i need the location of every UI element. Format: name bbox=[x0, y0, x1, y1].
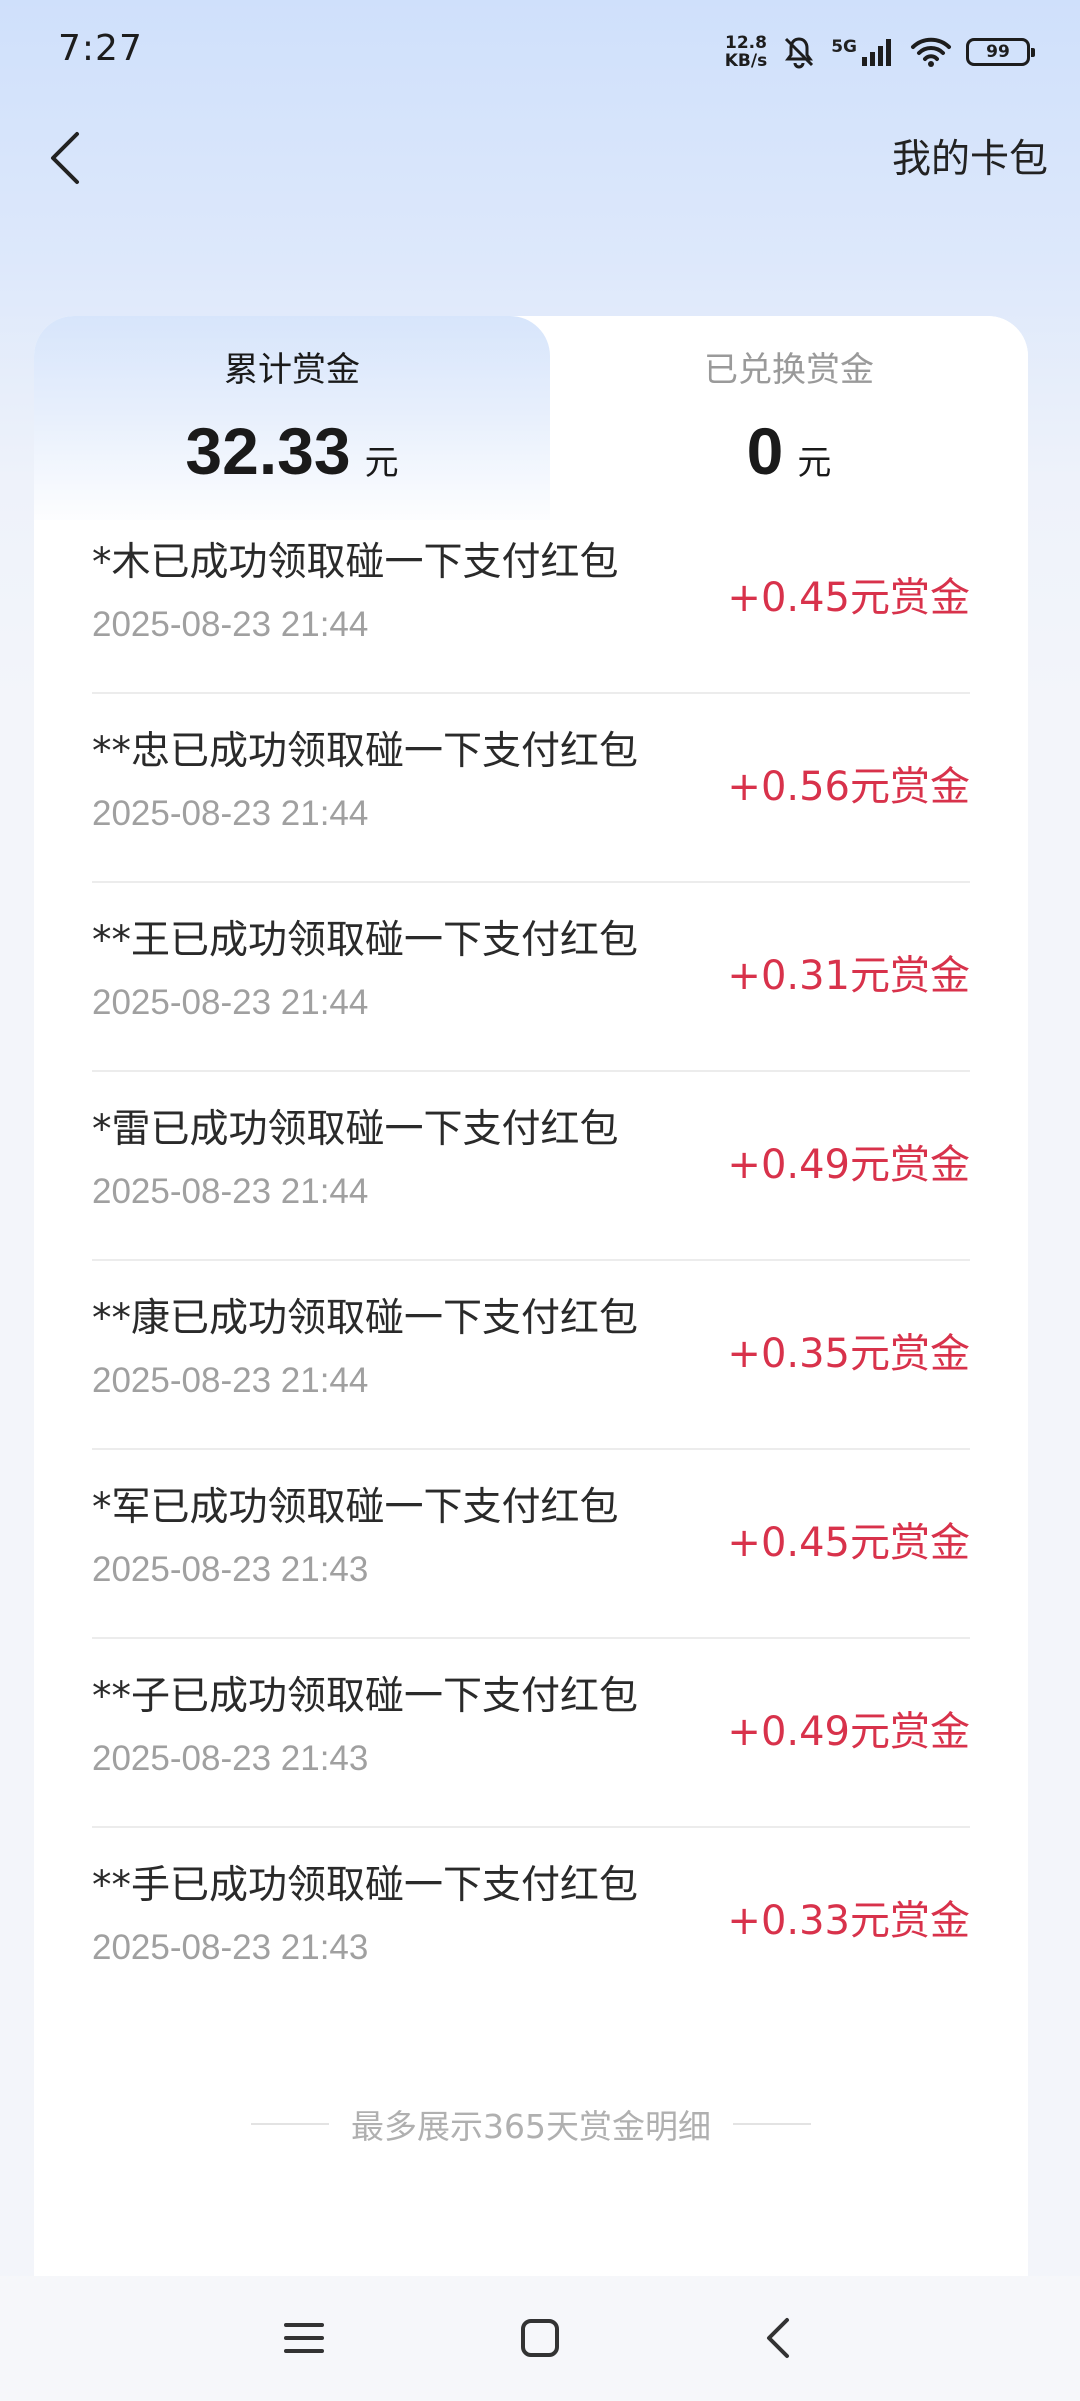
my-card-wallet-link[interactable]: 我的卡包 bbox=[892, 128, 1048, 184]
record-reward: +0.31元赏金 bbox=[727, 953, 970, 999]
tab-label: 已兑换赏金 bbox=[704, 350, 874, 390]
menu-button[interactable] bbox=[274, 2308, 334, 2368]
status-time: 7:27 bbox=[58, 28, 143, 69]
network-speed: 12.8 KB/s bbox=[725, 34, 767, 70]
status-icons: 12.8 KB/s 5G 99 bbox=[725, 30, 1035, 74]
record-time: 2025-08-23 21:44 bbox=[92, 605, 369, 644]
redeemed-reward-amount: 0 bbox=[746, 414, 784, 488]
list-item[interactable]: *军已成功领取碰一下支付红包 2025-08-23 21:43 +0.45元赏金 bbox=[92, 1450, 970, 1639]
list-item[interactable]: *木已成功领取碰一下支付红包 2025-08-23 21:44 +0.45元赏金 bbox=[92, 520, 970, 694]
record-reward: +0.49元赏金 bbox=[727, 1142, 970, 1188]
total-reward-amount: 32.33 bbox=[185, 414, 351, 488]
signal-icon: 5G bbox=[831, 37, 896, 67]
record-reward: +0.56元赏金 bbox=[727, 764, 970, 810]
record-title: *木已成功领取碰一下支付红包 bbox=[92, 540, 619, 585]
signal-type: 5G bbox=[831, 37, 857, 57]
record-reward: +0.45元赏金 bbox=[727, 575, 970, 621]
record-time: 2025-08-23 21:44 bbox=[92, 1172, 369, 1211]
system-navigation-bar bbox=[0, 2276, 1080, 2401]
list-item[interactable]: **忠已成功领取碰一下支付红包 2025-08-23 21:44 +0.56元赏金 bbox=[92, 694, 970, 883]
record-time: 2025-08-23 21:43 bbox=[92, 1550, 369, 1589]
wifi-icon bbox=[911, 37, 951, 67]
record-reward: +0.35元赏金 bbox=[727, 1331, 970, 1377]
footer-note-text: 最多展示365天赏金明细 bbox=[351, 2107, 711, 2146]
record-time: 2025-08-23 21:43 bbox=[92, 1928, 369, 1967]
record-title: *军已成功领取碰一下支付红包 bbox=[92, 1485, 619, 1530]
battery-level: 99 bbox=[986, 42, 1010, 62]
amount-unit: 元 bbox=[364, 443, 399, 483]
record-title: **忠已成功领取碰一下支付红包 bbox=[92, 729, 639, 774]
back-button[interactable] bbox=[30, 120, 100, 196]
bell-muted-icon bbox=[785, 37, 814, 69]
record-title: *雷已成功领取碰一下支付红包 bbox=[92, 1107, 619, 1152]
battery-icon: 99 bbox=[966, 38, 1035, 66]
record-reward: +0.45元赏金 bbox=[727, 1520, 970, 1566]
record-reward: +0.33元赏金 bbox=[727, 1898, 970, 1944]
record-title: **康已成功领取碰一下支付红包 bbox=[92, 1296, 639, 1341]
list-item[interactable]: **子已成功领取碰一下支付红包 2025-08-23 21:43 +0.49元赏金 bbox=[92, 1639, 970, 1828]
list-item[interactable]: **王已成功领取碰一下支付红包 2025-08-23 21:44 +0.31元赏金 bbox=[92, 883, 970, 1072]
menu-icon bbox=[284, 2323, 324, 2353]
reward-record-list-inner: *木已成功领取碰一下支付红包 2025-08-23 21:44 +0.45元赏金 **… bbox=[34, 520, 1028, 2000]
home-icon bbox=[521, 2319, 559, 2357]
amount-unit: 元 bbox=[797, 443, 832, 483]
nav-back-button[interactable] bbox=[748, 2308, 808, 2368]
tab-amount: 0 元 bbox=[550, 413, 1028, 489]
record-reward: +0.49元赏金 bbox=[727, 1709, 970, 1755]
network-speed-unit: KB/s bbox=[724, 51, 768, 71]
record-title: **手已成功领取碰一下支付红包 bbox=[92, 1863, 639, 1908]
tab-amount: 32.33 元 bbox=[34, 413, 550, 489]
divider bbox=[733, 2123, 811, 2125]
list-item[interactable]: *雷已成功领取碰一下支付红包 2025-08-23 21:44 +0.49元赏金 bbox=[92, 1072, 970, 1261]
chevron-left-icon bbox=[51, 132, 79, 184]
status-bar: 7:27 12.8 KB/s 5G 99 bbox=[0, 0, 1080, 100]
record-title: **子已成功领取碰一下支付红包 bbox=[92, 1674, 639, 1719]
tab-total-reward[interactable]: 累计赏金 32.33 元 bbox=[34, 316, 550, 516]
tab-redeemed-reward[interactable]: 已兑换赏金 0 元 bbox=[550, 316, 1028, 516]
network-speed-value: 12.8 bbox=[724, 33, 767, 53]
back-icon bbox=[767, 2318, 789, 2358]
record-time: 2025-08-23 21:44 bbox=[92, 794, 369, 833]
home-button[interactable] bbox=[510, 2308, 570, 2368]
footer-note: 最多展示365天赏金明细 bbox=[34, 2100, 1028, 2148]
tab-label: 累计赏金 bbox=[224, 350, 360, 390]
record-title: **王已成功领取碰一下支付红包 bbox=[92, 918, 639, 963]
list-item[interactable]: **手已成功领取碰一下支付红包 2025-08-23 21:43 +0.33元赏金 bbox=[92, 1828, 970, 2000]
list-item[interactable]: **康已成功领取碰一下支付红包 2025-08-23 21:44 +0.35元赏金 bbox=[92, 1261, 970, 1450]
record-time: 2025-08-23 21:44 bbox=[92, 983, 369, 1022]
reward-record-list[interactable]: *木已成功领取碰一下支付红包 2025-08-23 21:44 +0.45元赏金 **… bbox=[34, 520, 1028, 2000]
record-time: 2025-08-23 21:44 bbox=[92, 1361, 369, 1400]
divider bbox=[251, 2123, 329, 2125]
record-time: 2025-08-23 21:43 bbox=[92, 1739, 369, 1778]
